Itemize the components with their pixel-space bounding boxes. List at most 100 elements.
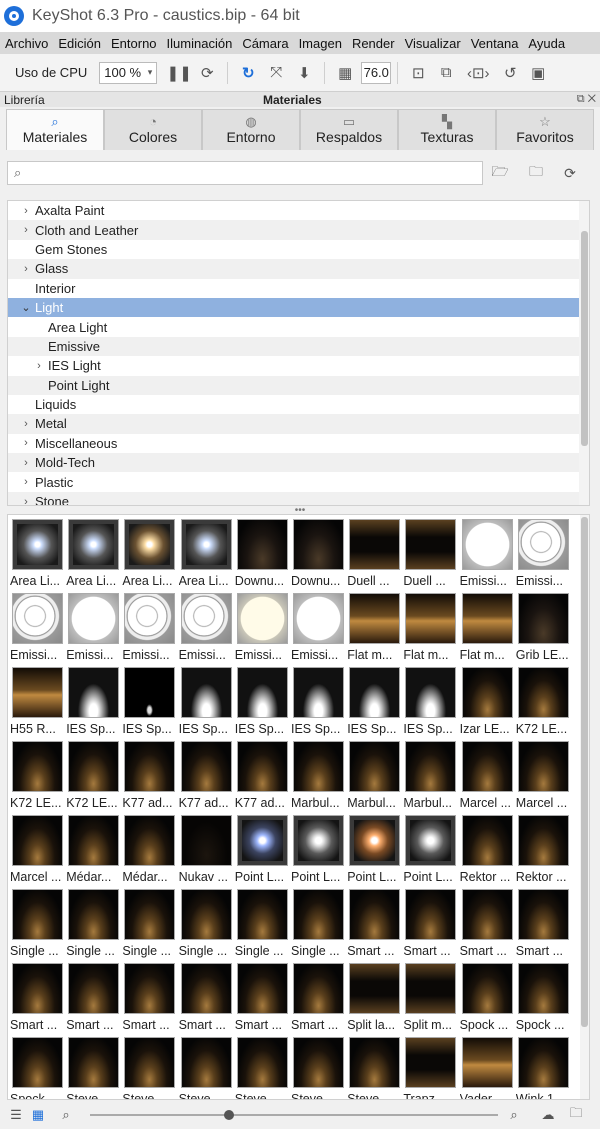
- material-tile[interactable]: IES Sp...: [122, 665, 178, 739]
- material-tile[interactable]: Smart ...: [460, 887, 516, 961]
- material-tile[interactable]: Emissi...: [516, 517, 572, 591]
- search-input[interactable]: ⌕: [7, 161, 483, 185]
- material-tile[interactable]: Emissi...: [66, 591, 122, 665]
- tab-materiales[interactable]: ⌕ Materiales: [6, 109, 104, 150]
- chevron-icon[interactable]: ›: [20, 263, 32, 275]
- chevron-icon[interactable]: ›: [20, 476, 32, 488]
- tree-scrollbar-thumb[interactable]: [581, 231, 588, 446]
- chevron-icon[interactable]: ›: [20, 205, 32, 217]
- field-of-view-input[interactable]: 76.0: [361, 61, 392, 84]
- material-tile[interactable]: Steve ...: [66, 1035, 122, 1099]
- tab-respaldos[interactable]: ▭ Respaldos: [300, 109, 398, 150]
- material-tile[interactable]: Single ...: [66, 887, 122, 961]
- material-tile[interactable]: Spock ...: [516, 961, 572, 1035]
- chevron-icon[interactable]: ›: [33, 360, 45, 372]
- material-tile[interactable]: Trapz ...: [403, 1035, 459, 1099]
- material-tile[interactable]: Steve ...: [347, 1035, 403, 1099]
- material-tile[interactable]: K72 LE...: [10, 739, 66, 813]
- material-tile[interactable]: Emissi...: [235, 591, 291, 665]
- material-tile[interactable]: Steve ...: [122, 1035, 178, 1099]
- material-tile[interactable]: Flat m...: [460, 591, 516, 665]
- material-tile[interactable]: Rektor ...: [516, 813, 572, 887]
- chevron-icon[interactable]: ⌄: [20, 301, 32, 314]
- tree-item[interactable]: › Metal: [8, 414, 589, 434]
- camera-view-icon[interactable]: ‹⊡›: [460, 60, 496, 86]
- menu-imagen[interactable]: Imagen: [294, 36, 347, 51]
- material-tile[interactable]: Marcel ...: [460, 739, 516, 813]
- tree-item[interactable]: › IES Light: [8, 356, 589, 375]
- chevron-icon[interactable]: ›: [20, 457, 32, 469]
- tree-scrollbar[interactable]: [579, 201, 589, 505]
- material-tile[interactable]: Steve ...: [235, 1035, 291, 1099]
- tree-item[interactable]: ⌄ Light: [8, 297, 589, 318]
- menu-entorno[interactable]: Entorno: [106, 36, 162, 51]
- material-tile[interactable]: Steve ...: [179, 1035, 235, 1099]
- material-tile[interactable]: Steve ...: [291, 1035, 347, 1099]
- material-tile[interactable]: Emissi...: [179, 591, 235, 665]
- material-tile[interactable]: Split la...: [347, 961, 403, 1035]
- material-tile[interactable]: Izar LE...: [460, 665, 516, 739]
- material-tile[interactable]: Spock ...: [10, 1035, 66, 1099]
- material-tile[interactable]: IES Sp...: [347, 665, 403, 739]
- material-tile[interactable]: Point L...: [235, 813, 291, 887]
- zoom-out-icon[interactable]: ⌕: [56, 1105, 76, 1125]
- material-tile[interactable]: Smart ...: [66, 961, 122, 1035]
- material-tile[interactable]: Point L...: [291, 813, 347, 887]
- material-tile[interactable]: Smart ...: [10, 961, 66, 1035]
- material-tile[interactable]: Emissi...: [122, 591, 178, 665]
- material-tile[interactable]: Grib LE...: [516, 591, 572, 665]
- material-tile[interactable]: Flat m...: [347, 591, 403, 665]
- fit-view-icon[interactable]: ⤧: [262, 60, 290, 86]
- refresh-icon[interactable]: ⟳: [560, 164, 580, 182]
- material-tile[interactable]: Smart ...: [347, 887, 403, 961]
- material-tile[interactable]: Single ...: [10, 887, 66, 961]
- material-tile[interactable]: K77 ad...: [122, 739, 178, 813]
- cpu-usage-select[interactable]: 100 % ▾: [99, 61, 158, 84]
- material-tile[interactable]: Flat m...: [403, 591, 459, 665]
- cloud-upload-icon[interactable]: ☁: [538, 1105, 558, 1125]
- material-tile[interactable]: Emissi...: [291, 591, 347, 665]
- refresh-icon[interactable]: ↺: [496, 60, 524, 86]
- drop-to-ground-icon[interactable]: ⬇: [290, 60, 318, 86]
- tree-item[interactable]: Liquids: [8, 395, 589, 414]
- menu-ayuda[interactable]: Ayuda: [523, 36, 570, 51]
- menu-visualizar[interactable]: Visualizar: [400, 36, 466, 51]
- material-tile[interactable]: Emissi...: [10, 591, 66, 665]
- material-tile[interactable]: Nukav ...: [179, 813, 235, 887]
- tab-colores[interactable]: ◔ Colores: [104, 109, 202, 150]
- chevron-icon[interactable]: ›: [20, 418, 32, 430]
- material-tile[interactable]: K72 LE...: [66, 739, 122, 813]
- material-tile[interactable]: Downu...: [291, 517, 347, 591]
- tree-item[interactable]: › Miscellaneous: [8, 434, 589, 453]
- tab-entorno[interactable]: ◍ Entorno: [202, 109, 300, 150]
- grid-scrollbar-thumb[interactable]: [581, 517, 588, 1027]
- folder-sync-icon[interactable]: 🗀: [566, 1105, 586, 1125]
- tree-item[interactable]: Point Light: [8, 375, 589, 395]
- zoom-in-icon[interactable]: ⌕: [504, 1105, 524, 1125]
- reset-view-icon[interactable]: ↻: [234, 60, 262, 86]
- material-tile[interactable]: Marcel ...: [516, 739, 572, 813]
- material-tile[interactable]: Marbul...: [291, 739, 347, 813]
- tree-item[interactable]: › Plastic: [8, 472, 589, 491]
- material-tile[interactable]: Single ...: [122, 887, 178, 961]
- tree-item[interactable]: Area Light: [8, 317, 589, 336]
- tab-favoritos[interactable]: ☆ Favoritos: [496, 109, 594, 150]
- material-tile[interactable]: Smart ...: [403, 887, 459, 961]
- folder-import-icon[interactable]: 🗀: [526, 163, 546, 182]
- material-tile[interactable]: Single ...: [291, 887, 347, 961]
- render-region-icon[interactable]: ▣: [524, 60, 552, 86]
- material-tile[interactable]: Smart ...: [122, 961, 178, 1035]
- material-tile[interactable]: Médar...: [122, 813, 178, 887]
- menu-camara[interactable]: Cámara: [237, 36, 293, 51]
- material-tile[interactable]: IES Sp...: [403, 665, 459, 739]
- grid-view-icon[interactable]: ▦: [28, 1105, 48, 1125]
- material-tile[interactable]: Rektor ...: [460, 813, 516, 887]
- material-tile[interactable]: K77 ad...: [179, 739, 235, 813]
- material-tile[interactable]: Wink 1...: [516, 1035, 572, 1099]
- material-tile[interactable]: K77 ad...: [235, 739, 291, 813]
- material-tile[interactable]: Area Li...: [122, 517, 178, 591]
- performance-mode-icon[interactable]: ⟳: [193, 60, 221, 86]
- material-tile[interactable]: Marcel ...: [10, 813, 66, 887]
- material-tile[interactable]: Smart ...: [235, 961, 291, 1035]
- grid-scrollbar[interactable]: [580, 515, 589, 1099]
